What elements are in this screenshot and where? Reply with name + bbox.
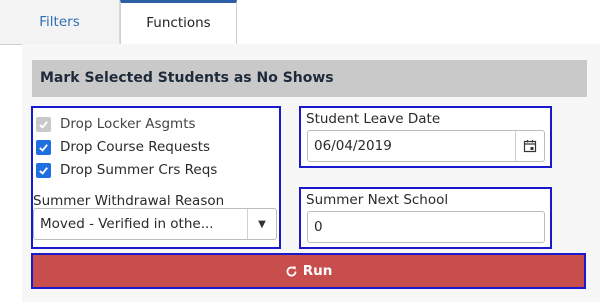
drop-locker-label: Drop Locker Asgmts	[60, 116, 196, 132]
run-button-content: Run	[33, 255, 584, 287]
drop-course-label: Drop Course Requests	[60, 139, 211, 155]
refresh-icon	[286, 265, 297, 276]
drop-summer-checkbox[interactable]	[36, 162, 51, 178]
withdrawal-reason-value: Moved - Verified in othe...	[40, 216, 214, 232]
leave-date-value: 06/04/2019	[314, 138, 392, 154]
withdrawal-reason-select[interactable]: Moved - Verified in othe... ▼	[33, 208, 277, 240]
drop-locker-checkbox[interactable]	[36, 116, 51, 132]
section-title: Mark Selected Students as No Shows	[32, 60, 587, 97]
leave-date-label: Student Leave Date	[306, 111, 441, 127]
next-school-label: Summer Next School	[306, 192, 449, 208]
tab-bar: Filters Functions	[0, 0, 600, 45]
next-school-input[interactable]: 0	[307, 211, 545, 243]
next-school-group: Summer Next School 0	[299, 187, 552, 249]
drop-summer-label: Drop Summer Crs Reqs	[60, 162, 218, 178]
drop-options-group: Drop Locker Asgmts Drop Course Requests …	[31, 106, 281, 249]
calendar-icon[interactable]	[515, 131, 544, 161]
check-icon	[39, 120, 48, 129]
drop-course-checkbox[interactable]	[36, 139, 51, 155]
leave-date-input[interactable]: 06/04/2019	[307, 130, 545, 162]
check-icon	[39, 166, 48, 175]
drop-summer-option[interactable]: Drop Summer Crs Reqs	[36, 160, 217, 180]
tab-functions[interactable]: Functions	[120, 0, 237, 45]
drop-course-option[interactable]: Drop Course Requests	[36, 137, 210, 157]
run-button-label: Run	[302, 263, 333, 279]
check-icon	[39, 143, 48, 152]
chevron-down-icon[interactable]: ▼	[247, 209, 276, 239]
next-school-value: 0	[314, 219, 323, 235]
drop-locker-option[interactable]: Drop Locker Asgmts	[36, 114, 196, 134]
tab-filters[interactable]: Filters	[0, 0, 120, 44]
run-button[interactable]: Run	[31, 253, 586, 289]
leave-date-group: Student Leave Date 06/04/2019	[299, 106, 552, 168]
withdrawal-reason-label: Summer Withdrawal Reason	[33, 193, 225, 209]
